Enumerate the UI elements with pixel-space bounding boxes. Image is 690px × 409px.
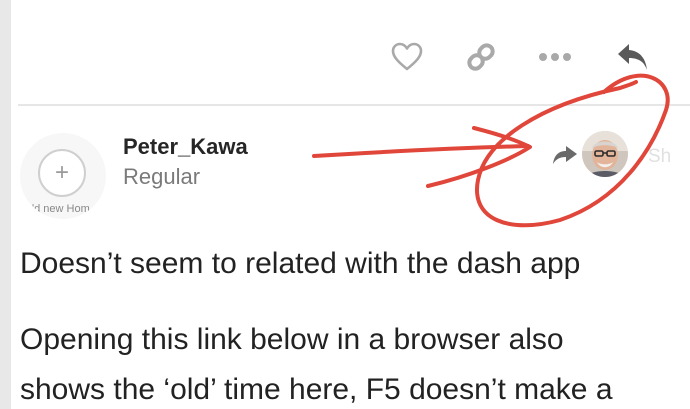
author-avatar-placeholder[interactable]: + ʹd new Hom [20, 133, 106, 219]
like-button[interactable] [380, 30, 434, 84]
reply-arrow-icon[interactable] [552, 144, 578, 166]
reply-to-user-avatar[interactable] [582, 131, 628, 177]
reply-button[interactable] [606, 30, 660, 84]
post-body-line: shows the ‘old’ time here, F5 doesn’t ma… [20, 373, 613, 406]
copy-link-button[interactable] [454, 30, 508, 84]
scroll-edge-bar [0, 0, 11, 409]
author-title: Regular [123, 164, 201, 189]
post-body-line: Opening this link below in a browser als… [20, 323, 564, 356]
reply-icon [618, 44, 647, 70]
ellipsis-icon [539, 53, 571, 61]
post-body-line: Doesn’t seem to related with the dash ap… [20, 247, 581, 280]
user-avatar-image [582, 131, 628, 177]
author-username[interactable]: Peter_Kawa [123, 134, 248, 160]
post-actions [380, 30, 670, 84]
link-icon [467, 43, 495, 71]
more-options-button[interactable] [528, 30, 582, 84]
avatar-caption: ʹd new Hom [32, 203, 90, 215]
heart-icon [391, 42, 423, 71]
reply-to-username[interactable]: Sh [648, 146, 671, 168]
post-divider [18, 104, 690, 106]
plus-icon: + [38, 149, 86, 197]
